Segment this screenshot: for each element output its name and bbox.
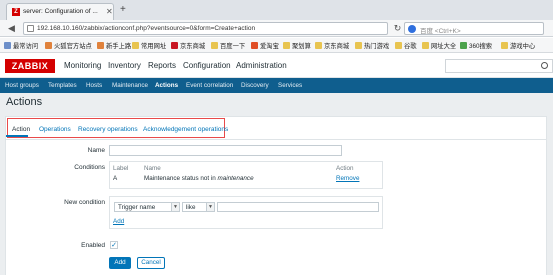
tab-action[interactable]: Action <box>12 126 30 133</box>
active-tab-indicator <box>6 135 28 137</box>
submenu-templates[interactable]: Templates <box>48 82 77 89</box>
condition-remove-link[interactable]: Remove <box>336 175 359 182</box>
submenu-actions[interactable]: Actions <box>155 82 178 89</box>
condition-row-label: A <box>113 175 118 182</box>
bookmark-item[interactable]: 火狐官方站点 <box>45 41 92 50</box>
bookmark-item[interactable]: 京东商城 <box>171 41 205 50</box>
browser-tab[interactable]: Z server: Configuration of ... ✕ <box>6 3 114 20</box>
new-tab-icon[interactable]: + <box>120 4 126 15</box>
condition-row-name: Maintenance status not in maintenance <box>144 175 254 182</box>
folder-icon <box>395 42 402 49</box>
chevron-down-icon: ▼ <box>171 203 179 211</box>
enabled-label: Enabled <box>81 242 105 249</box>
condition-type-value: Trigger name <box>118 204 156 211</box>
zabbix-logo[interactable]: ZABBIX <box>5 59 55 73</box>
url-text: 192.168.10.160/zabbix/actionconf.php?eve… <box>37 25 256 32</box>
zabbix-header: ZABBIX Monitoring Inventory Reports Conf… <box>0 55 553 78</box>
sub-menu: Host groups Templates Hosts Maintenance … <box>0 78 553 93</box>
taobao-icon <box>251 42 258 49</box>
conditions-label: Conditions <box>74 164 105 171</box>
bookmark-item[interactable]: 游戏中心 <box>501 41 535 50</box>
form-tabs: Action Operations Recovery operations Ac… <box>7 118 228 138</box>
condition-value-input[interactable] <box>217 202 379 212</box>
folder-icon <box>283 42 290 49</box>
conditions-table: Label Name Action A Maintenance status n… <box>109 161 383 189</box>
conditions-header-label: Label <box>113 165 129 172</box>
gear-icon <box>4 42 11 49</box>
page-info-icon[interactable] <box>27 25 34 32</box>
bookmark-item[interactable]: 最常访问 <box>4 41 38 50</box>
bookmarks-bar: 最常访问 火狐官方站点 新手上路 常用网址 京东商城 百度一下 爱淘宝 聚划算 … <box>0 38 553 53</box>
bookmark-item[interactable]: 爱淘宝 <box>251 41 279 50</box>
submenu-services[interactable]: Services <box>278 82 302 89</box>
bookmark-item[interactable]: 京东商城 <box>315 41 349 50</box>
menu-inventory[interactable]: Inventory <box>108 61 141 70</box>
tab-acknowledgement-operations[interactable]: Acknowledgement operations <box>143 126 228 133</box>
menu-reports[interactable]: Reports <box>148 61 176 70</box>
submenu-host-groups[interactable]: Host groups <box>5 82 39 89</box>
reload-icon[interactable]: ↻ <box>391 22 404 35</box>
close-tab-icon[interactable]: ✕ <box>106 7 113 16</box>
add-button[interactable]: Add <box>109 257 131 269</box>
bookmark-item[interactable]: 360搜索 <box>460 41 492 50</box>
firefox-icon <box>97 42 104 49</box>
new-condition-label: New condition <box>64 199 105 206</box>
bookmark-item[interactable]: 百度一下 <box>211 41 245 50</box>
tab-operations[interactable]: Operations <box>39 126 71 133</box>
bookmark-item[interactable]: 新手上路 <box>97 41 131 50</box>
folder-icon <box>315 42 322 49</box>
bookmark-item[interactable]: 谷歌 <box>395 41 417 50</box>
menu-configuration[interactable]: Configuration <box>183 61 231 70</box>
bookmark-item[interactable]: 聚划算 <box>283 41 311 50</box>
tab-recovery-operations[interactable]: Recovery operations <box>78 126 138 133</box>
page-title: Actions <box>6 96 43 108</box>
conditions-header-name: Name <box>144 165 161 172</box>
submenu-hosts[interactable]: Hosts <box>86 82 102 89</box>
new-condition-box <box>109 196 383 229</box>
browser-tab-bar: Z server: Configuration of ... ✕ + <box>0 0 553 20</box>
condition-type-select[interactable]: Trigger name ▼ <box>114 202 180 212</box>
tabs-divider <box>5 139 547 140</box>
bookmark-item[interactable]: 常用网址 <box>132 41 166 50</box>
browser-search-box[interactable]: 百度 <Ctrl+K> <box>404 22 544 35</box>
360-icon <box>460 42 467 49</box>
enabled-checkbox[interactable]: ✓ <box>110 241 118 249</box>
jd-icon <box>171 42 178 49</box>
menu-administration[interactable]: Administration <box>236 61 287 70</box>
browser-nav-bar: ◀ 192.168.10.160/zabbix/actionconf.php?e… <box>0 20 553 37</box>
new-condition-add-link[interactable]: Add <box>113 218 124 225</box>
menu-monitoring[interactable]: Monitoring <box>64 61 101 70</box>
browser-tab-title: server: Configuration of ... <box>23 8 98 15</box>
condition-operator-select[interactable]: like ▼ <box>182 202 215 212</box>
folder-icon <box>211 42 218 49</box>
condition-operator-value: like <box>186 204 196 211</box>
chevron-down-icon: ▼ <box>206 203 214 211</box>
submenu-maintenance[interactable]: Maintenance <box>112 82 148 89</box>
name-label: Name <box>87 147 105 154</box>
global-search-input[interactable] <box>445 59 553 73</box>
cancel-button[interactable]: Cancel <box>137 257 165 269</box>
back-icon[interactable]: ◀ <box>5 22 18 35</box>
bookmark-item[interactable]: 网址大全 <box>422 41 456 50</box>
submenu-discovery[interactable]: Discovery <box>241 82 269 89</box>
firefox-icon <box>45 42 52 49</box>
bookmark-item[interactable]: 热门游戏 <box>355 41 389 50</box>
folder-icon <box>355 42 362 49</box>
conditions-header-action: Action <box>336 165 354 172</box>
folder-icon <box>501 42 508 49</box>
zabbix-favicon-icon: Z <box>12 8 20 16</box>
browser-search-placeholder: 百度 <Ctrl+K> <box>420 28 461 35</box>
search-icon[interactable] <box>541 62 548 69</box>
submenu-event-correlation[interactable]: Event correlation <box>186 82 233 89</box>
folder-icon <box>422 42 429 49</box>
folder-icon <box>132 42 139 49</box>
name-input[interactable] <box>109 145 342 156</box>
search-engine-icon[interactable] <box>408 25 416 33</box>
url-bar[interactable]: 192.168.10.160/zabbix/actionconf.php?eve… <box>23 22 388 35</box>
